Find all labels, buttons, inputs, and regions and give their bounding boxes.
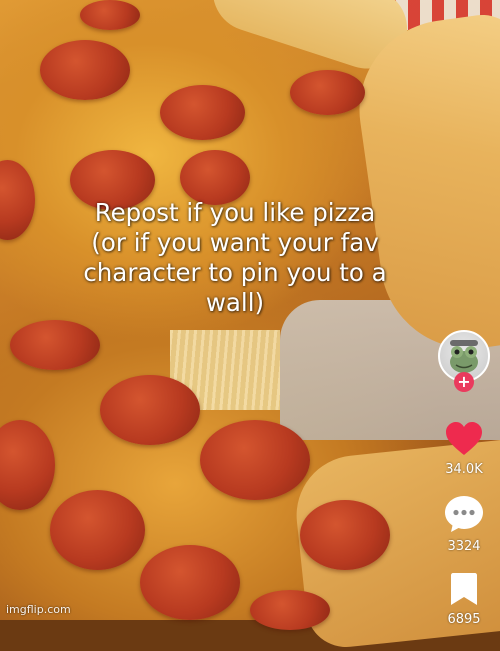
pepperoni	[200, 420, 310, 500]
pepperoni	[100, 375, 200, 445]
pepperoni	[50, 490, 145, 570]
comment-bubble-icon	[445, 496, 483, 532]
pepperoni	[80, 0, 140, 30]
bookmark-icon	[451, 573, 477, 605]
bookmark-button[interactable]: 6895	[432, 572, 496, 627]
comment-button[interactable]: 3324	[432, 495, 496, 554]
post-caption: Repost if you like pizza (or if you want…	[20, 198, 450, 318]
pepperoni	[300, 500, 390, 570]
pepperoni	[290, 70, 365, 115]
caption-line: character to pin you to a	[83, 258, 387, 287]
pepperoni	[160, 85, 245, 140]
caption-line: Repost if you like pizza	[94, 198, 376, 227]
like-count: 34.0K	[445, 462, 483, 477]
caption-line: wall)	[205, 288, 265, 317]
pepperoni	[10, 320, 100, 370]
creator-avatar[interactable]: +	[438, 330, 490, 396]
follow-button[interactable]: +	[454, 372, 474, 392]
like-button[interactable]: 34.0K	[432, 422, 496, 477]
pepperoni	[180, 150, 250, 205]
comment-count: 3324	[447, 539, 481, 554]
pepperoni	[250, 590, 330, 630]
heart-icon	[446, 422, 482, 455]
caption-line: (or if you want your fav	[91, 228, 379, 257]
pepperoni	[140, 545, 240, 620]
imgflip-watermark: imgflip.com	[6, 603, 71, 616]
pepperoni	[40, 40, 130, 100]
